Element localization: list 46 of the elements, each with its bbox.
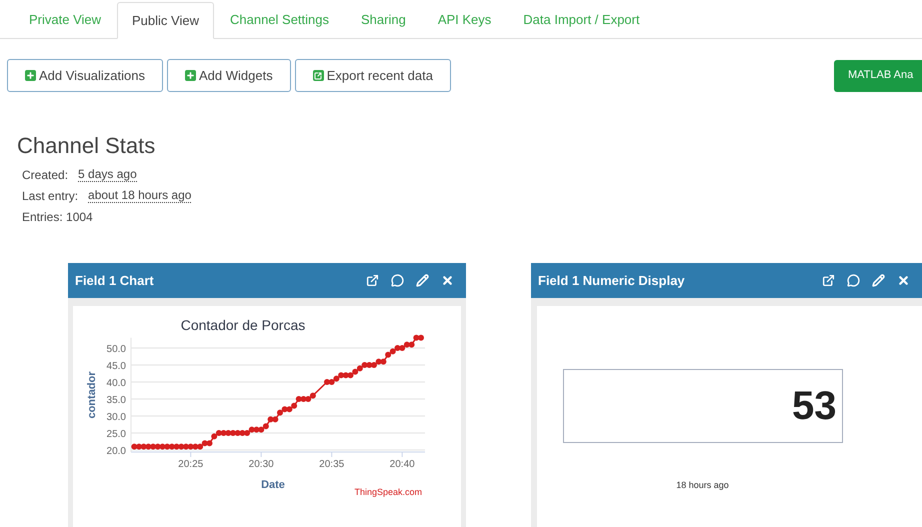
toolbar-button[interactable]: Export recent data — [294, 59, 451, 92]
numeric-value: 53 — [562, 369, 842, 443]
stat-value: about 18 hours ago — [88, 188, 192, 202]
tab[interactable]: Channel Settings — [214, 1, 345, 38]
tab[interactable]: API Keys — [422, 1, 508, 38]
close-icon[interactable] — [441, 274, 454, 287]
y-tick-label: 45.0 — [106, 361, 126, 372]
credit-link[interactable]: ThingSpeak.com — [354, 487, 422, 497]
x-axis-label: Date — [261, 479, 285, 491]
plus-icon — [25, 70, 36, 81]
y-tick-label: 35.0 — [106, 395, 126, 406]
tab[interactable]: Private View — [13, 1, 118, 38]
x-tick-label: 20:35 — [319, 459, 344, 470]
pencil-icon[interactable] — [872, 274, 885, 287]
updated-time: 18 hours ago — [676, 479, 729, 492]
y-tick-label: 50.0 — [106, 344, 126, 355]
export-icon — [312, 70, 324, 81]
pencil-icon[interactable] — [416, 274, 429, 287]
plus-icon — [185, 70, 196, 81]
tab[interactable]: Data Import / Export — [507, 1, 656, 38]
comment-icon[interactable] — [847, 274, 860, 287]
panel-title: Field 1 Chart — [75, 272, 155, 290]
external-link-icon[interactable] — [822, 274, 835, 287]
tab[interactable]: Public View — [117, 2, 214, 39]
close-icon[interactable] — [897, 274, 910, 287]
y-tick-label: 30.0 — [106, 412, 126, 423]
toolbar-button[interactable]: Add Widgets — [167, 59, 291, 92]
x-tick-label: 20:40 — [390, 459, 415, 470]
stat-label: Entries: 1004 — [22, 208, 93, 226]
y-tick-label: 20.0 — [106, 446, 126, 457]
stat-label: Created: — [22, 166, 68, 184]
y-tick-label: 40.0 — [106, 378, 126, 389]
y-tick-label: 25.0 — [106, 429, 126, 440]
external-link-icon[interactable] — [366, 274, 379, 287]
chart-title: Contador de Porcas — [180, 317, 306, 333]
stat-label: Last entry: — [22, 188, 78, 204]
x-tick-label: 20:30 — [248, 459, 274, 470]
y-axis-label: contador — [86, 371, 98, 419]
stat-value: 5 days ago — [78, 168, 137, 182]
matlab-button[interactable]: MATLAB Ana — [834, 60, 922, 92]
section-title: Channel Stats — [17, 132, 156, 160]
toolbar-button[interactable]: Add Visualizations — [7, 59, 163, 92]
comment-icon[interactable] — [391, 274, 404, 287]
tab[interactable]: Sharing — [345, 1, 422, 38]
x-tick-label: 20:25 — [178, 459, 204, 470]
panel-title: Field 1 Numeric Display — [538, 272, 686, 290]
